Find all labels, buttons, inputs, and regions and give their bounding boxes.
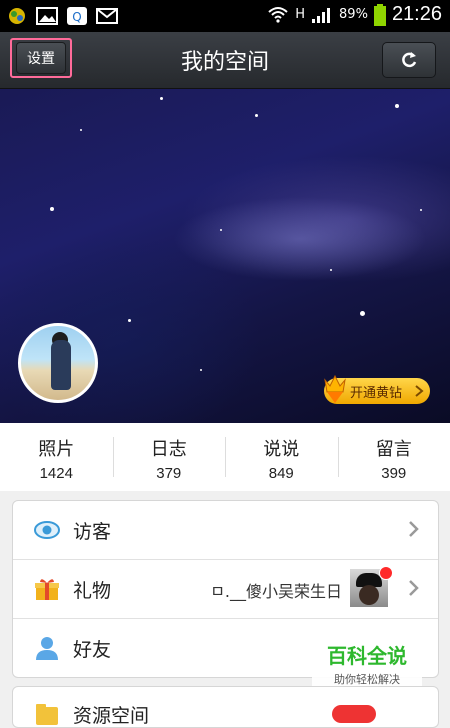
star xyxy=(395,104,399,108)
image-icon xyxy=(36,6,58,26)
refresh-button[interactable] xyxy=(382,42,436,78)
crown-icon xyxy=(322,372,348,404)
eye-icon xyxy=(33,517,61,543)
star xyxy=(80,129,82,131)
star xyxy=(330,269,332,271)
battery-percent: 89% xyxy=(339,7,368,22)
watermark: 百科全说 助你轻松解决 xyxy=(312,636,422,688)
star xyxy=(160,97,163,100)
stat-photos[interactable]: 照片 1424 xyxy=(0,423,113,491)
star xyxy=(50,207,54,211)
stat-value: 1424 xyxy=(0,465,113,482)
qq-icon: Q xyxy=(66,6,88,26)
stat-value: 849 xyxy=(225,465,338,482)
status-bar: Q H 89% 21:26 xyxy=(0,0,450,32)
clock: 21:26 xyxy=(392,3,442,26)
menu-item-resource-space[interactable]: 资源空间 xyxy=(13,687,438,728)
person-icon xyxy=(33,635,61,661)
menu-item-label: 好友 xyxy=(73,635,111,662)
svg-text:Q: Q xyxy=(72,10,81,24)
menu-item-visitors[interactable]: 访客 xyxy=(13,501,438,560)
avatar[interactable] xyxy=(18,323,98,403)
stats-bar: 照片 1424 日志 379 说说 849 留言 399 xyxy=(0,423,450,491)
folder-icon xyxy=(33,701,61,727)
stat-label: 日志 xyxy=(113,435,226,461)
yellow-diamond-label: 开通黄钻 xyxy=(350,382,402,401)
battery-icon xyxy=(374,4,386,26)
stat-label: 照片 xyxy=(0,435,113,461)
star xyxy=(255,114,258,117)
title-bar: 设置 我的空间 xyxy=(0,32,450,89)
star xyxy=(420,209,422,211)
gift-detail: ㅁ.__傻小吴荣生日 xyxy=(210,578,342,602)
stat-value: 399 xyxy=(338,465,450,482)
star xyxy=(360,311,365,316)
chevron-right-icon xyxy=(408,520,420,538)
star xyxy=(128,319,131,322)
stat-label: 说说 xyxy=(225,435,338,461)
stat-label: 留言 xyxy=(338,435,450,461)
signal-icon xyxy=(311,6,333,24)
network-type: H xyxy=(295,7,305,22)
notification-dot xyxy=(379,566,393,580)
new-badge xyxy=(332,705,376,723)
menu-item-gifts[interactable]: 礼物 ㅁ.__傻小吴荣生日 xyxy=(13,560,438,619)
gift-icon xyxy=(33,576,61,602)
wifi-icon xyxy=(267,6,289,24)
menu-card-secondary: 资源空间 xyxy=(12,686,439,728)
app-icon xyxy=(6,6,28,26)
star xyxy=(220,229,222,231)
watermark-subtitle: 助你轻松解决 xyxy=(312,671,422,687)
stat-messages[interactable]: 留言 399 xyxy=(338,423,450,491)
mail-icon xyxy=(96,6,118,26)
watermark-title: 百科全说 xyxy=(312,640,422,669)
menu-item-label: 礼物 xyxy=(73,576,111,603)
menu-item-label: 访客 xyxy=(73,517,111,544)
stat-value: 379 xyxy=(113,465,226,482)
stat-posts[interactable]: 说说 849 xyxy=(225,423,338,491)
menu-item-label: 资源空间 xyxy=(73,701,149,728)
refresh-icon xyxy=(399,50,419,70)
star xyxy=(200,369,202,371)
chevron-right-icon xyxy=(408,579,420,597)
yellow-diamond-button[interactable]: 开通黄钻 xyxy=(324,378,430,404)
chevron-right-icon xyxy=(414,385,424,397)
stat-blogs[interactable]: 日志 379 xyxy=(113,423,226,491)
